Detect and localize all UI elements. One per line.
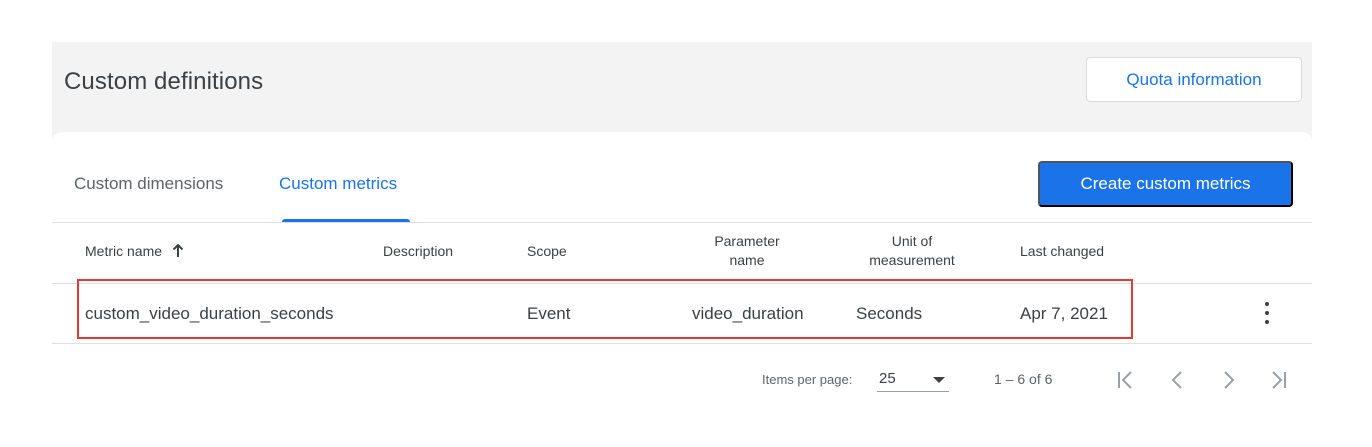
custom-definitions-panel: Custom definitions Quota information Cus… xyxy=(52,42,1312,404)
more-vert-icon[interactable] xyxy=(1257,300,1277,326)
quota-information-button[interactable]: Quota information xyxy=(1086,57,1302,102)
last-page-icon[interactable] xyxy=(1266,368,1290,392)
page-title: Custom definitions xyxy=(64,68,264,95)
caret-down-icon xyxy=(933,377,945,383)
cell-metric-name[interactable]: custom_video_duration_seconds xyxy=(85,304,334,324)
cell-unit: Seconds xyxy=(856,304,923,323)
arrow-up-icon xyxy=(172,244,184,257)
column-header-line: Parameter xyxy=(714,233,780,249)
definitions-card: Custom dimensions Custom metrics Create … xyxy=(52,132,1312,404)
items-per-page-value: 25 xyxy=(879,370,896,387)
cell-last-changed: Apr 7, 2021 xyxy=(1020,304,1108,323)
tab-custom-dimensions[interactable]: Custom dimensions xyxy=(74,174,223,194)
column-header-parameter-name: Parameter name xyxy=(692,232,802,270)
column-header-scope: Scope xyxy=(527,243,567,259)
column-header-line: Unit of xyxy=(891,233,933,249)
header-divider xyxy=(52,283,1312,284)
row-divider xyxy=(52,343,1312,344)
previous-page-icon[interactable] xyxy=(1166,368,1190,392)
create-custom-metrics-button[interactable]: Create custom metrics xyxy=(1038,161,1293,207)
column-header-label: Metric name xyxy=(85,243,163,259)
tab-custom-metrics[interactable]: Custom metrics xyxy=(279,174,397,194)
cell-scope: Event xyxy=(527,304,571,323)
items-per-page-select[interactable]: 25 xyxy=(877,368,949,392)
column-header-line: measurement xyxy=(869,252,955,268)
first-page-icon[interactable] xyxy=(1114,368,1138,392)
tabs-divider xyxy=(52,222,1312,223)
column-header-description: Description xyxy=(383,243,454,259)
items-per-page-label: Items per page: xyxy=(762,372,853,387)
column-header-metric-name[interactable]: Metric name xyxy=(85,242,184,261)
cell-parameter-name: video_duration xyxy=(692,304,804,323)
pagination-range: 1 – 6 of 6 xyxy=(994,371,1053,387)
column-header-line: name xyxy=(729,252,765,268)
next-page-icon[interactable] xyxy=(1216,368,1240,392)
column-header-last-changed: Last changed xyxy=(1020,243,1105,259)
column-header-unit: Unit of measurement xyxy=(852,232,972,270)
